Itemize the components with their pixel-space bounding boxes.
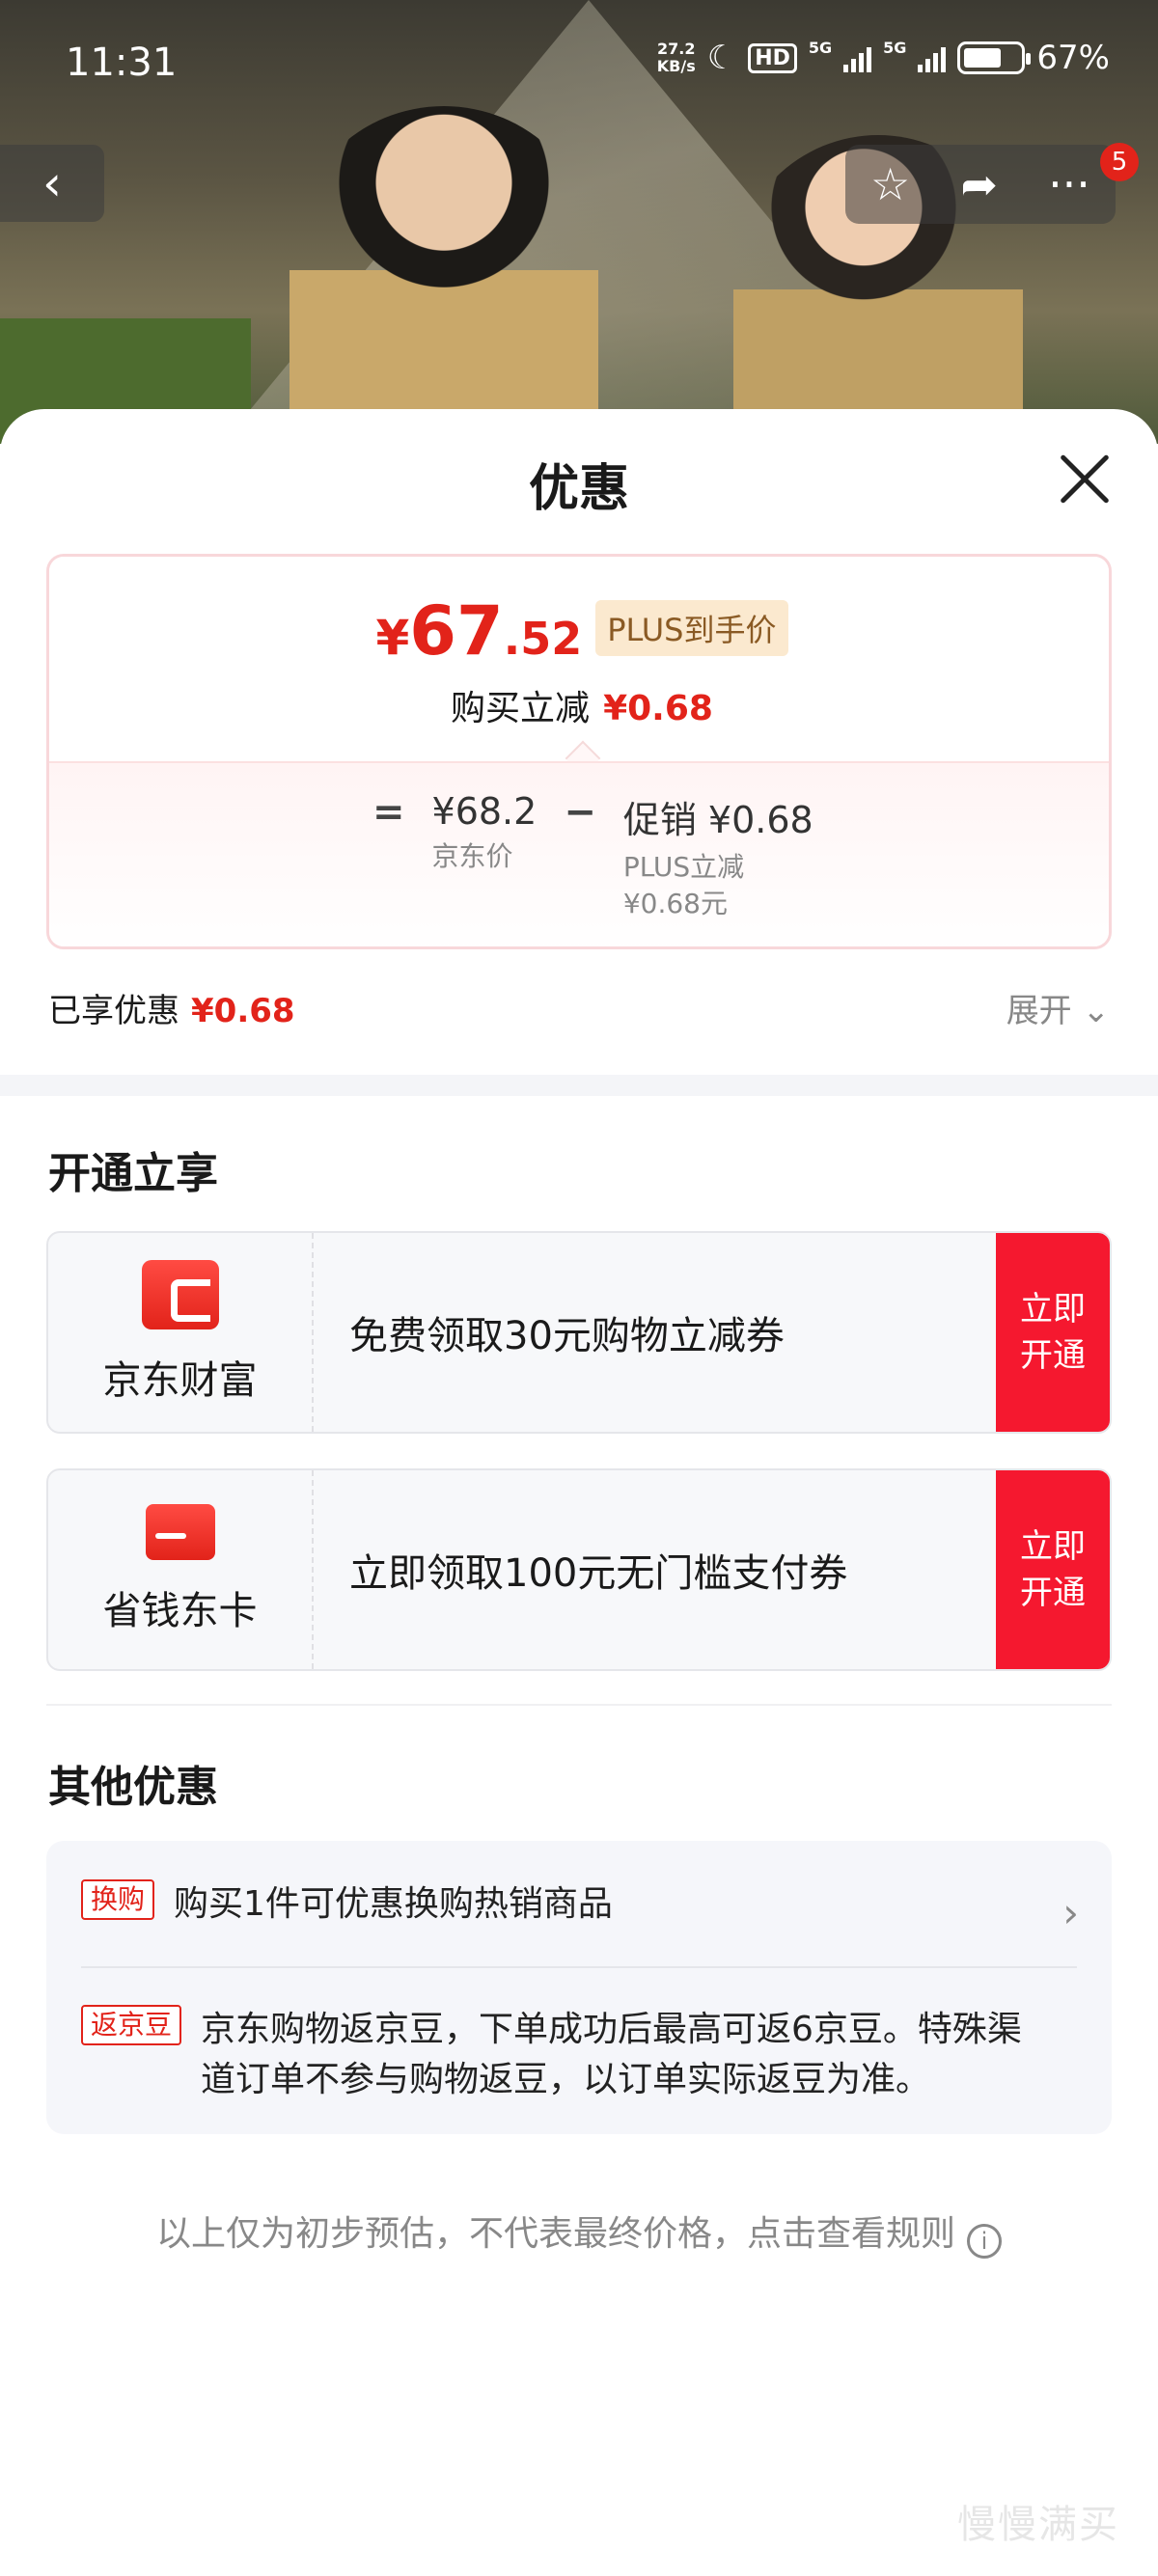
share-icon[interactable]: ➦ [960,158,998,210]
open-now-button[interactable]: 立即开通 [996,1233,1110,1432]
signal-icon-2 [918,43,947,72]
5g-label-2: 5G [883,39,907,57]
net-speed: 27.2 KB/s [656,40,696,75]
exchange-tag: 换购 [81,1879,155,1920]
chevron-right-icon[interactable]: › [1062,1889,1079,1936]
status-icons: 27.2 KB/s ☾ HD 5G 5G 67% [657,39,1110,77]
jd-price-item: ¥68.2 京东价 [431,790,538,872]
notification-badge: 5 [1100,143,1139,181]
battery-percent: 67% [1036,39,1110,77]
rules-footnote[interactable]: 以上仅为初步预估，不代表最终价格，点击查看规则 i [0,2206,1158,2259]
other-discounts-box: 换购 购买1件可优惠换购热销商品 › 返京豆 京东购物返京豆，下单成功后最高可返… [46,1841,1112,2134]
section-divider [0,1075,1158,1096]
battery-icon [957,41,1032,74]
divider [46,1704,1112,1706]
chevron-down-icon: ⌄ [1082,992,1111,1030]
hd-icon: HD [748,42,797,73]
plus-price-tag: PLUS到手价 [595,600,788,656]
price-formula: = ¥68.2 京东价 − 促销 ¥0.68 PLUS立减 ¥0.68元 [49,761,1109,946]
discount-sheet: 优惠 ¥67.52 PLUS到手价 购买立减¥0.68 = ¥68.2 京东价 [0,409,1158,2576]
sheet-title: 优惠 [528,460,629,518]
price-summary: ¥67.52 PLUS到手价 购买立减 ¥0.68 [49,557,1109,761]
status-bar: 11:31 27.2 KB/s ☾ HD 5G 5G 67% [0,0,1158,125]
5g-label: 5G [808,39,833,57]
saving-card-logo-icon [145,1504,215,1560]
open-section-title: 开通立享 [48,1149,218,1198]
moon-icon: ☾ [706,39,737,77]
jd-wealth-logo-icon [141,1260,219,1329]
final-price: ¥67.52 PLUS到手价 [49,597,1109,666]
more-icon[interactable]: ··· [1048,158,1090,210]
list-item-exchange[interactable]: 换购 购买1件可优惠换购热销商品 [81,1879,613,1930]
watermark: 慢慢满买 [957,2503,1119,2547]
beans-tag: 返京豆 [81,2005,182,2045]
person-figure-left [290,106,598,444]
list-item-beans: 返京豆 京东购物返京豆，下单成功后最高可返6京豆。特殊渠道订单不参与购物返豆，以… [81,2005,1056,2105]
minus-sign: − [564,790,596,835]
open-now-button[interactable]: 立即开通 [996,1470,1110,1669]
status-time: 11:31 [66,41,178,85]
signal-icon [843,43,872,72]
promo-card-wealth[interactable]: 京东财富 免费领取30元购物立减券 立即开通 [46,1231,1112,1434]
star-icon[interactable]: ☆ [870,158,910,210]
other-section-title: 其他优惠 [48,1763,218,1812]
nav-actions: ☆ ➦ ··· [845,145,1116,224]
instant-discount: 购买立减 ¥0.68 [451,689,713,728]
promo-item: 促销 ¥0.68 PLUS立减 ¥0.68元 [622,799,813,919]
equals-sign: = [372,790,405,835]
price-card: ¥67.52 PLUS到手价 购买立减 ¥0.68 = ¥68.2 京东价 − 促… [46,554,1112,949]
chevron-left-icon: ‹ [42,155,62,211]
promo-card-saving[interactable]: 省钱东卡 立即领取100元无门槛支付券 立即开通 [46,1468,1112,1671]
expand-toggle[interactable]: 展开 ⌄ [1006,984,1110,1031]
close-icon[interactable] [1058,452,1112,506]
enjoyed-discount: 已享优惠 ¥0.68 [48,992,295,1030]
row-divider [81,1966,1077,1968]
info-icon: i [967,2224,1002,2259]
back-button[interactable]: ‹ [0,145,104,222]
